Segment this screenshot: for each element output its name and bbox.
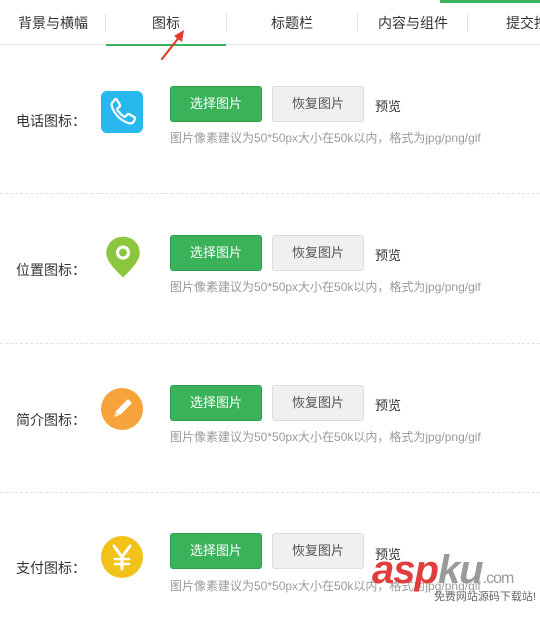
tab-content-components[interactable]: 内容与组件 [358,4,468,44]
restore-image-button[interactable]: 恢复图片 [272,235,364,271]
tab-background-banner[interactable]: 背景与横幅 [0,4,106,44]
row-label: 电话图标： [16,113,86,129]
tab-label: 提交按 [506,15,540,31]
restore-image-button[interactable]: 恢复图片 [272,385,364,421]
tab-separator [226,14,227,32]
preview-link[interactable]: 预览 [375,395,401,414]
setting-row-intro-icon: 简介图标： 选择图片 恢复图片 预览 图片像素建议为50*50px大小在50k以… [0,343,540,493]
yen-icon [101,536,143,578]
select-image-button[interactable]: 选择图片 [170,86,262,122]
restore-image-button[interactable]: 恢复图片 [272,533,364,569]
tab-label: 标题栏 [271,15,313,31]
tab-title-bar[interactable]: 标题栏 [226,4,358,44]
phone-icon [101,91,143,133]
tab-submit[interactable]: 提交按 [468,4,540,44]
top-accent-bar [440,0,540,3]
watermark-brand: aspku.com [372,548,515,592]
image-hint-text: 图片像素建议为50*50px大小在50k以内，格式为jpg/png/gif [170,131,481,145]
row-label: 简介图标： [16,412,86,428]
watermark-domain: .com [482,570,515,587]
location-pin-icon [106,236,140,278]
row-label: 位置图标： [16,262,86,278]
row-label: 支付图标： [16,560,86,576]
setting-row-location-icon: 位置图标： 选择图片 恢复图片 预览 图片像素建议为50*50px大小在50k以… [0,193,540,343]
select-image-button[interactable]: 选择图片 [170,533,262,569]
image-hint-text: 图片像素建议为50*50px大小在50k以内，格式为jpg/png/gif [170,280,481,294]
tab-bar: 背景与横幅 图标 标题栏 内容与组件 提交按 [0,4,540,46]
select-image-button[interactable]: 选择图片 [170,385,262,421]
preview-link[interactable]: 预览 [375,245,401,264]
watermark-subtitle: 免费网站源码下载站! [433,591,536,603]
pencil-icon [101,388,143,430]
aspku-watermark-logo: aspku.com 免费网站源码下载站! [372,548,540,605]
image-hint-text: 图片像素建议为50*50px大小在50k以内，格式为jpg/png/gif [170,430,481,444]
setting-row-phone-icon: 电话图标： 选择图片 恢复图片 预览 图片像素建议为50*50px大小在50k以… [0,44,540,194]
preview-link[interactable]: 预览 [375,96,401,115]
select-image-button[interactable]: 选择图片 [170,235,262,271]
tab-label: 背景与横幅 [18,15,88,31]
tab-label: 内容与组件 [378,15,448,31]
restore-image-button[interactable]: 恢复图片 [272,86,364,122]
